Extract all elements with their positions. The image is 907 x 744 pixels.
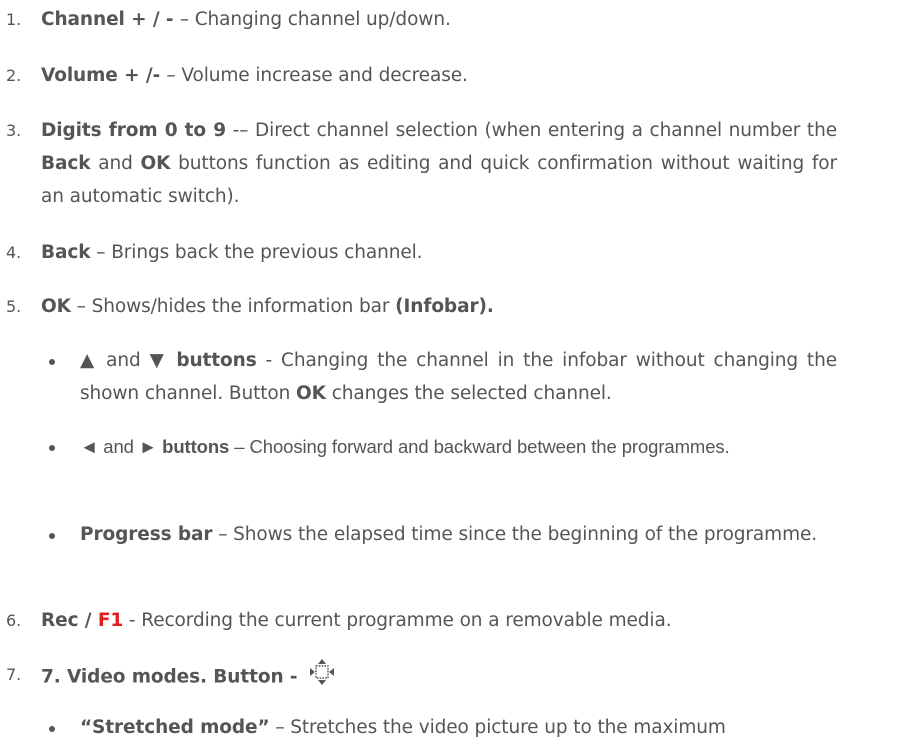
item-desc: Choosing forward and backward between th… xyxy=(249,436,730,457)
item-number: 1. xyxy=(6,10,22,29)
item-number: 5. xyxy=(6,297,22,316)
item-key: Rec / xyxy=(41,610,98,631)
item-desc: Stretches the video picture up to the ma… xyxy=(290,717,726,738)
item-desc: Changing channel up/down. xyxy=(194,9,451,30)
item-number: 7. xyxy=(6,665,22,684)
bullet xyxy=(49,726,55,732)
ok-key: OK xyxy=(140,153,171,174)
item-key: Volume + /- xyxy=(41,65,167,86)
item-key: OK xyxy=(41,296,71,317)
item-key: Channel + / - xyxy=(41,9,180,30)
item-key: “Stretched mode” xyxy=(80,717,270,738)
f1-key: F1 xyxy=(97,610,124,631)
back-key: Back xyxy=(41,153,91,174)
bullet xyxy=(49,445,55,451)
ok-key: OK xyxy=(296,383,326,404)
item-key: Digits from 0 to 9 xyxy=(41,120,227,141)
bullet xyxy=(49,533,55,539)
left-arrow-icon: ◄ xyxy=(80,436,99,457)
item-key: ▼ buttons xyxy=(149,350,257,371)
item-desc: Direct channel selection (when entering … xyxy=(255,120,837,141)
item-number: 6. xyxy=(6,611,22,630)
item-desc: Shows/hides the information bar xyxy=(91,296,396,317)
item-key: ► buttons xyxy=(138,436,230,457)
item-desc: Shows the elapsed time since the beginni… xyxy=(233,524,818,545)
infobar-label: (Infobar). xyxy=(395,296,494,317)
item-key: Back xyxy=(41,242,91,263)
item-desc: Recording the current programme on a rem… xyxy=(141,610,672,631)
bullet xyxy=(49,359,55,365)
item-key: Progress bar xyxy=(80,524,213,545)
item-desc: Brings back the previous channel. xyxy=(111,242,423,263)
item-desc: Volume increase and decrease. xyxy=(181,65,468,86)
item-number: 4. xyxy=(6,243,22,262)
item-number: 3. xyxy=(6,121,22,140)
up-arrow-icon: ▲ xyxy=(80,350,98,371)
item-key: 7. Video modes. Button - xyxy=(41,666,304,688)
instruction-page: 1. Channel + / - – Changing channel up/d… xyxy=(0,0,907,744)
item-number: 2. xyxy=(6,66,22,85)
video-mode-icon xyxy=(308,658,336,697)
